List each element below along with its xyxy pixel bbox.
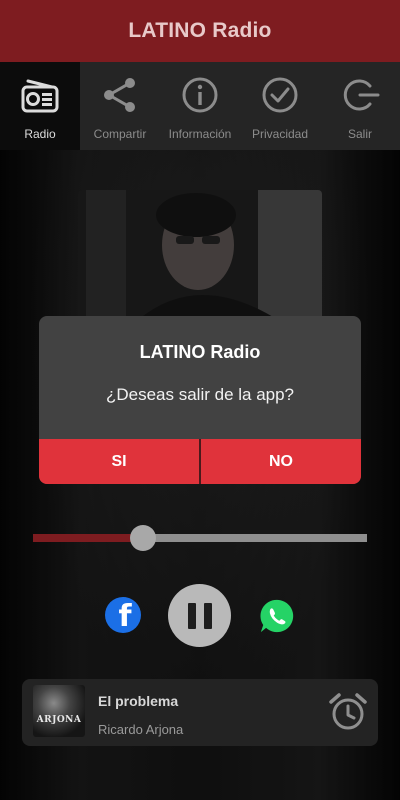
check-circle-icon xyxy=(262,77,298,113)
nav-label-salir: Salir xyxy=(347,127,372,141)
facebook-icon: f xyxy=(118,599,132,633)
nav-item-informacion[interactable]: Información xyxy=(160,62,240,150)
slider-fill xyxy=(33,534,144,542)
song-artist: Ricardo Arjona xyxy=(98,722,184,737)
yes-button[interactable]: SI xyxy=(39,439,201,484)
dialog-buttons: SI NO xyxy=(39,439,361,484)
pause-button[interactable] xyxy=(168,584,231,647)
nav-item-privacidad[interactable]: Privacidad xyxy=(240,62,320,150)
whatsapp-button[interactable] xyxy=(258,597,296,635)
thumbnail-text: ARJONA xyxy=(36,715,82,725)
no-button[interactable]: NO xyxy=(201,439,361,484)
nav-item-compartir[interactable]: Compartir xyxy=(80,62,160,150)
nav-item-radio[interactable]: Radio xyxy=(0,62,80,150)
song-title: El problema xyxy=(98,693,179,709)
facebook-button[interactable]: f xyxy=(105,597,141,633)
app-title: LATINO Radio xyxy=(128,19,272,42)
radio-icon xyxy=(21,79,59,113)
info-icon xyxy=(182,77,218,113)
exit-dialog: LATINO Radio ¿Deseas salir de la app? SI… xyxy=(39,316,361,484)
nav-label-privacidad: Privacidad xyxy=(251,127,309,141)
exit-icon xyxy=(343,79,380,111)
nav-item-salir[interactable]: Salir xyxy=(320,62,400,150)
pause-icon xyxy=(187,602,196,629)
now-playing-thumbnail: ARJONA xyxy=(33,685,85,737)
alarm-clock-icon[interactable] xyxy=(327,691,369,733)
nav-label-compartir: Compartir xyxy=(93,127,147,141)
dialog-title: LATINO Radio xyxy=(139,342,261,362)
app-header: LATINO Radio xyxy=(0,0,400,62)
share-icon xyxy=(104,78,135,112)
slider-track[interactable] xyxy=(33,534,367,542)
now-playing-card[interactable]: ARJONA El problema Ricardo Arjona xyxy=(22,679,378,746)
whatsapp-icon xyxy=(260,599,294,633)
nav-label-informacion: Información xyxy=(168,127,232,141)
progress-slider[interactable] xyxy=(33,525,367,551)
slider-thumb[interactable] xyxy=(130,525,157,551)
top-nav: Radio Compartir Información Privacidad S… xyxy=(0,62,400,150)
nav-label-radio: Radio xyxy=(24,127,56,141)
dialog-message: ¿Deseas salir de la app? xyxy=(105,385,295,404)
